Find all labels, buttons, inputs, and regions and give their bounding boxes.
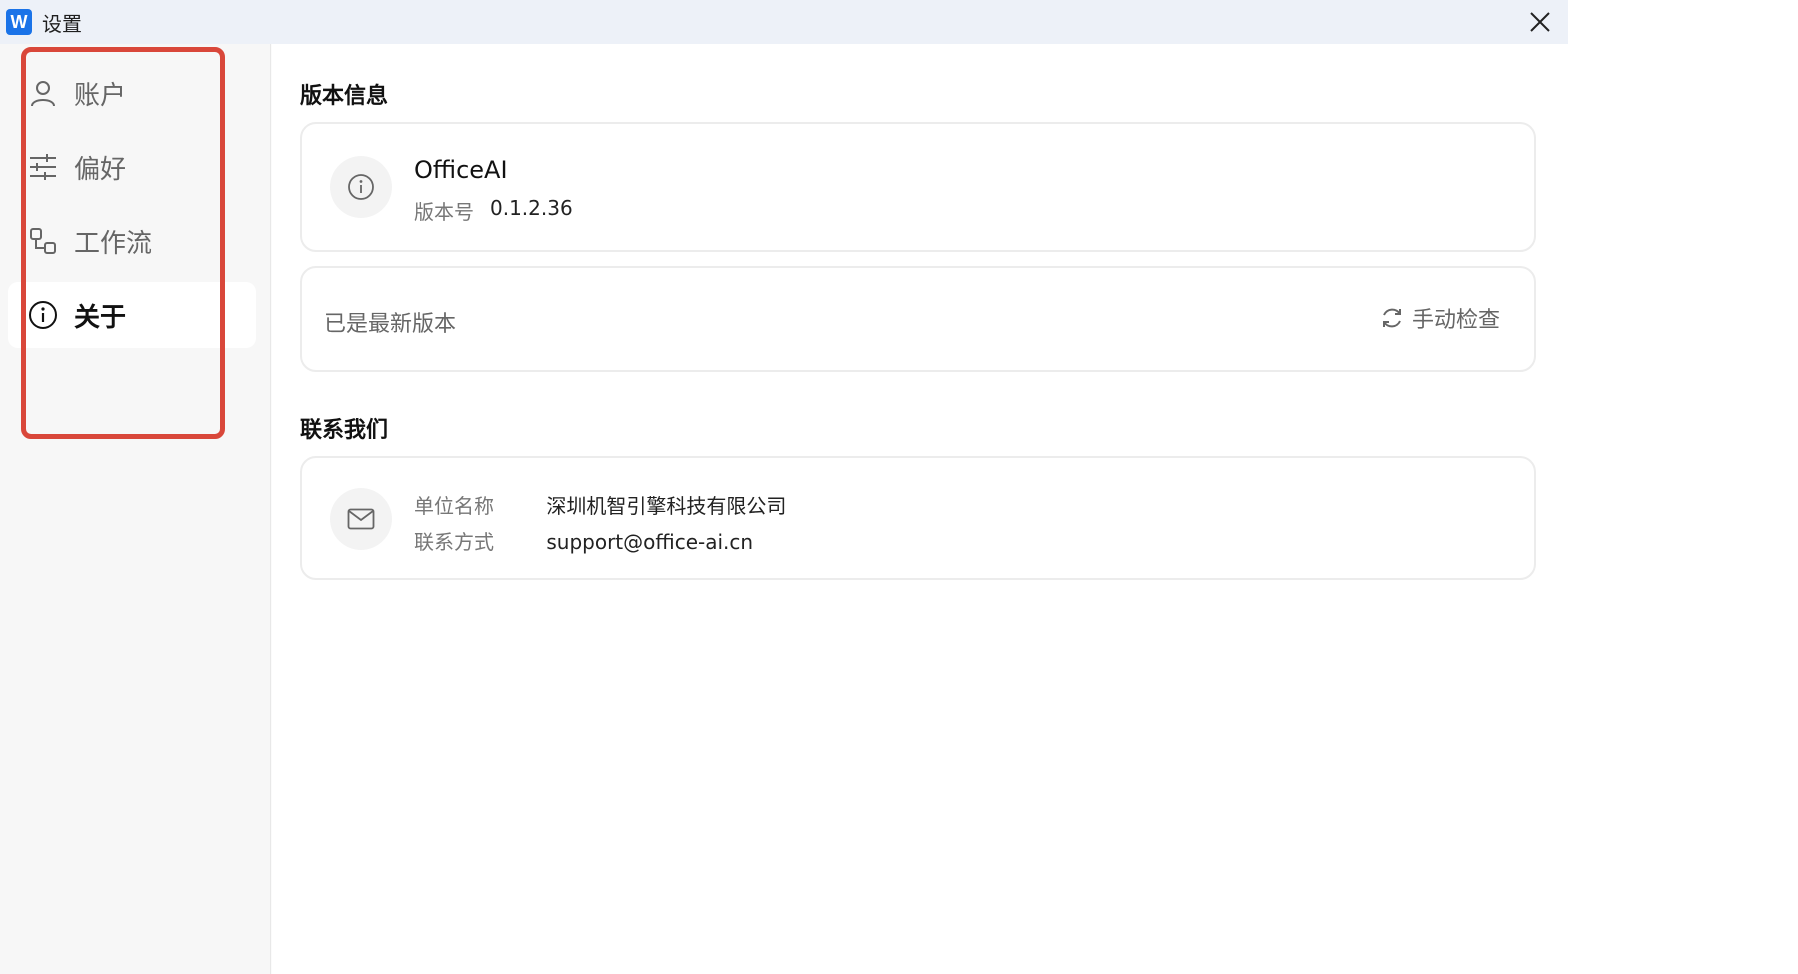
version-value: 0.1.2.36 bbox=[490, 196, 573, 220]
org-label: 单位名称 bbox=[414, 494, 494, 518]
sidebar-item-about[interactable]: 关于 bbox=[8, 282, 256, 348]
contact-section-title: 联系我们 bbox=[300, 418, 389, 443]
contact-row: 联系方式 support@office-ai.cn bbox=[414, 526, 753, 555]
sidebar-item-label: 关于 bbox=[74, 302, 127, 333]
window-title: 设置 bbox=[42, 11, 82, 36]
product-name: OfficeAI bbox=[414, 156, 508, 184]
version-section-title: 版本信息 bbox=[300, 84, 389, 109]
contact-label: 联系方式 bbox=[414, 530, 494, 554]
sidebar-item-workflow[interactable]: 工作流 bbox=[8, 208, 256, 274]
workflow-icon bbox=[28, 226, 58, 256]
update-status-text: 已是最新版本 bbox=[324, 312, 457, 337]
mail-icon bbox=[347, 508, 375, 530]
settings-window: W 设置 账户 偏好 工作流 关于 版本信息 OfficeAI 版本号 0.1.… bbox=[0, 0, 1568, 974]
update-status-card: 已是最新版本 手动检查 bbox=[300, 266, 1536, 372]
manual-check-label: 手动检查 bbox=[1411, 308, 1500, 333]
user-icon bbox=[28, 78, 58, 108]
contact-email[interactable]: support@office-ai.cn bbox=[546, 530, 753, 554]
mail-circle-badge bbox=[330, 488, 392, 550]
sidebar-item-account[interactable]: 账户 bbox=[8, 60, 256, 126]
info-icon bbox=[28, 300, 58, 330]
sidebar-item-label: 账户 bbox=[74, 80, 127, 111]
manual-check-button[interactable]: 手动检查 bbox=[1380, 302, 1500, 334]
sliders-icon bbox=[28, 152, 58, 182]
version-card: OfficeAI 版本号 0.1.2.36 bbox=[300, 122, 1536, 252]
refresh-icon bbox=[1380, 306, 1404, 330]
sidebar-item-preferences[interactable]: 偏好 bbox=[8, 134, 256, 200]
version-label: 版本号 bbox=[414, 200, 474, 224]
info-circle-badge bbox=[330, 156, 392, 218]
main-content: 版本信息 OfficeAI 版本号 0.1.2.36 已是最新版本 手动检查 联… bbox=[272, 44, 1568, 974]
title-bar: W 设置 bbox=[0, 0, 1568, 44]
org-row: 单位名称 深圳机智引擎科技有限公司 bbox=[414, 490, 786, 519]
sidebar: 账户 偏好 工作流 关于 bbox=[0, 44, 271, 974]
app-logo-icon: W bbox=[6, 9, 32, 35]
close-button[interactable] bbox=[1522, 4, 1558, 40]
org-value: 深圳机智引擎科技有限公司 bbox=[546, 494, 787, 518]
sidebar-item-label: 工作流 bbox=[74, 228, 153, 259]
close-icon bbox=[1530, 12, 1550, 32]
info-icon bbox=[348, 174, 374, 200]
sidebar-item-label: 偏好 bbox=[74, 154, 127, 185]
contact-card: 单位名称 深圳机智引擎科技有限公司 联系方式 support@office-ai… bbox=[300, 456, 1536, 580]
